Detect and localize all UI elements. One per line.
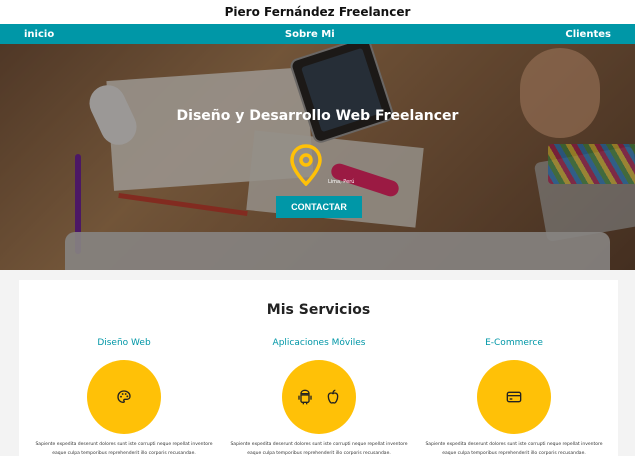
location-pin-icon [290,144,322,186]
hero-location: Lima, Perú [328,179,355,185]
service-icon-circle [87,360,161,434]
nav-item-inicio[interactable]: inicio [24,29,54,40]
site-title: Piero Fernández Freelancer [0,0,635,24]
service-card-diseno-web: Diseño Web Sapiente expedita deserunt do… [26,338,222,456]
service-description: Sapiente expedita deserunt dolores sunt … [425,442,603,456]
service-title: Diseño Web [97,338,151,348]
nav-item-clientes[interactable]: Clientes [565,29,611,40]
main-nav: inicio Sobre Mi Clientes [0,24,635,44]
service-icon-circle [477,360,551,434]
android-icon [298,389,312,405]
credit-card-icon [506,391,522,403]
service-card-aplicaciones-moviles: Aplicaciones Móviles Sapiente expedita d… [221,338,417,456]
services-section: Mis Servicios Diseño Web Sapiente expedi… [19,280,618,456]
service-title: E-Commerce [485,338,543,348]
nav-item-sobre-mi[interactable]: Sobre Mi [285,29,335,40]
services-heading: Mis Servicios [266,302,371,318]
hero-section: Diseño y Desarrollo Web Freelancer Lima,… [0,24,635,270]
service-description: Sapiente expedita deserunt dolores sunt … [35,442,213,456]
service-icon-circle [282,360,356,434]
service-description: Sapiente expedita deserunt dolores sunt … [230,442,408,456]
palette-icon [117,390,131,404]
service-card-e-commerce: E-Commerce Sapiente expedita deserunt do… [416,338,612,456]
service-title: Aplicaciones Móviles [272,338,366,348]
hero-title: Diseño y Desarrollo Web Freelancer [176,108,459,124]
apple-icon [327,389,339,404]
contact-button[interactable]: CONTACTAR [276,196,362,218]
